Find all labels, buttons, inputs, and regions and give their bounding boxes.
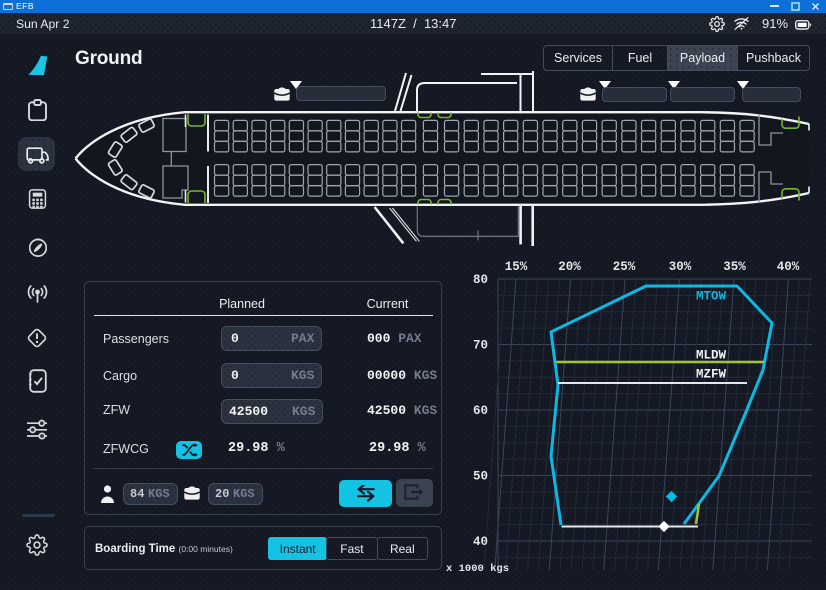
- svg-text:x 1000 kgs: x 1000 kgs: [446, 563, 509, 575]
- svg-text:70: 70: [473, 339, 488, 353]
- svg-text:80: 80: [473, 273, 488, 287]
- svg-text:MZFW: MZFW: [696, 368, 727, 382]
- svg-text:MTOW: MTOW: [696, 290, 727, 304]
- svg-text:20%: 20%: [558, 260, 581, 274]
- svg-text:50: 50: [473, 470, 488, 484]
- svg-text:25%: 25%: [613, 260, 636, 274]
- svg-text:35%: 35%: [723, 260, 746, 274]
- svg-text:60: 60: [473, 404, 488, 418]
- svg-text:MLDW: MLDW: [696, 349, 727, 363]
- svg-text:15%: 15%: [505, 260, 528, 274]
- svg-text:40%: 40%: [777, 260, 800, 274]
- svg-text:30%: 30%: [669, 260, 692, 274]
- svg-text:40: 40: [473, 535, 488, 549]
